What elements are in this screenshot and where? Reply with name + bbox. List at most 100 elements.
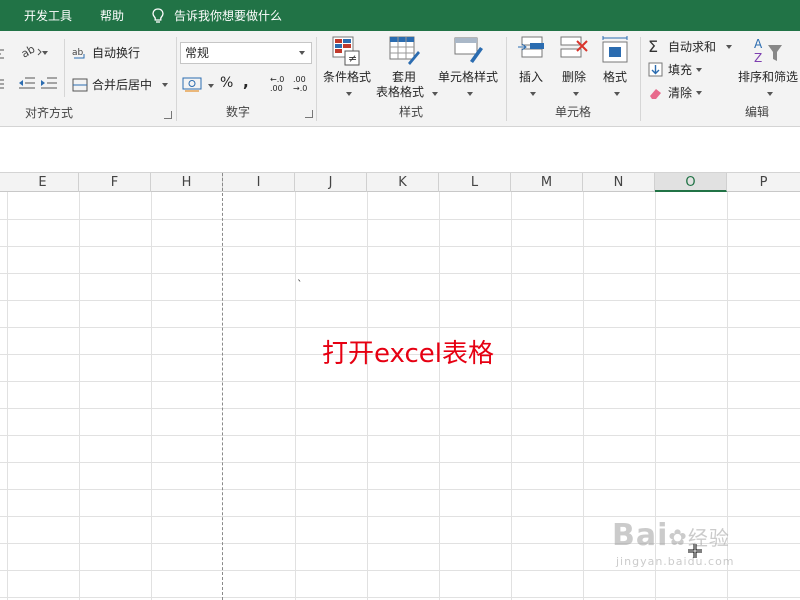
conditional-format-caret — [346, 92, 352, 96]
row-line — [0, 327, 800, 328]
accounting-format-icon[interactable] — [182, 76, 204, 92]
cell-styles-label: 单元格样式 — [437, 70, 498, 84]
sigma-icon: Σ — [648, 37, 659, 56]
column-header-n[interactable]: N — [583, 173, 655, 192]
insert-label: 插入 — [518, 70, 543, 84]
accounting-caret[interactable] — [208, 84, 214, 88]
increase-decimal-button[interactable]: ←.0 .00 — [270, 75, 284, 93]
row-line — [0, 435, 800, 436]
conditional-format-button[interactable]: ≠ 条件格式 — [320, 35, 374, 100]
tell-me-text: 告诉我你想要做什么 — [174, 9, 283, 23]
editing-group-label: 编辑 — [744, 105, 769, 119]
format-as-table-button[interactable]: 套用 表格格式 — [376, 35, 438, 100]
autosum-button[interactable]: Σ 自动求和 — [648, 37, 733, 56]
styles-group-label: 样式 — [398, 105, 423, 119]
cell-styles-button[interactable]: 单元格样式 — [436, 35, 500, 100]
fill-caret[interactable] — [696, 67, 703, 72]
format-as-table-label-1: 套用 — [391, 70, 416, 84]
format-button[interactable]: 格式 — [598, 35, 632, 100]
row-line — [0, 381, 800, 382]
insert-button[interactable]: 插入 — [512, 35, 550, 100]
column-header-o[interactable]: O — [655, 173, 727, 192]
increase-decimal-top: ←.0 — [270, 75, 285, 84]
wrap-text-label: 自动换行 — [92, 46, 141, 60]
format-label: 格式 — [602, 70, 627, 84]
delete-cells-icon — [560, 36, 588, 58]
autosum-caret[interactable] — [726, 44, 733, 49]
delete-label: 删除 — [561, 70, 586, 84]
insert-caret — [530, 92, 536, 96]
column-header-e[interactable]: E — [7, 173, 79, 192]
number-format-select[interactable]: 常规 — [180, 42, 312, 64]
alignment-group-label: 对齐方式 — [24, 106, 73, 120]
fill-button[interactable]: 填充 — [648, 61, 703, 78]
column-header-i[interactable]: I — [223, 173, 295, 192]
orientation-caret[interactable] — [42, 51, 48, 55]
column-header-h[interactable]: H — [151, 173, 223, 192]
row-line — [0, 597, 800, 598]
column-header-k[interactable]: K — [367, 173, 439, 192]
tell-me-box[interactable]: 告诉我你想要做什么 — [152, 7, 282, 24]
sort-filter-icon: A Z — [754, 37, 782, 65]
row-line — [0, 462, 800, 463]
alignment-launcher-icon[interactable] — [164, 111, 172, 119]
merge-center-button[interactable]: 合并后居中 — [72, 76, 169, 93]
column-line — [7, 192, 8, 600]
watermark-brand: Bai — [612, 518, 669, 553]
ribbon: ab ab 自动换行 合并后居中 对齐方式 常规 % , ←.0 .00 .00… — [0, 31, 800, 127]
watermark-url: jingyan.baidu.com — [616, 555, 735, 568]
decrease-indent-icon[interactable] — [18, 76, 36, 90]
cell-styles-caret — [467, 92, 473, 96]
row-line — [0, 273, 800, 274]
wrap-text-button[interactable]: ab 自动换行 — [72, 44, 140, 61]
merge-caret[interactable] — [162, 82, 169, 87]
formula-bar-area[interactable] — [0, 127, 800, 173]
text-orientation-icon[interactable]: ab — [20, 43, 44, 59]
format-as-table-label-2: 表格格式 — [376, 85, 425, 99]
decrease-decimal-button[interactable]: .00 →.0 — [293, 75, 307, 93]
paw-icon: ✿ — [668, 526, 688, 551]
increase-indent-icon[interactable] — [40, 76, 58, 90]
column-line — [439, 192, 440, 600]
format-caret — [614, 92, 620, 96]
align-left2-icon[interactable] — [0, 77, 6, 91]
sort-filter-button[interactable]: A Z 排序和筛选 — [736, 35, 800, 100]
clear-caret[interactable] — [696, 90, 703, 95]
autosum-label: 自动求和 — [668, 40, 717, 54]
row-line — [0, 516, 800, 517]
svg-text:A: A — [754, 37, 763, 51]
group-separator — [640, 37, 641, 121]
insert-cells-icon — [518, 36, 544, 58]
column-header-f[interactable]: F — [79, 173, 151, 192]
conditional-format-label: 条件格式 — [322, 70, 371, 84]
tab-developer[interactable]: 开发工具 — [24, 7, 72, 24]
merge-center-label: 合并后居中 — [92, 78, 153, 92]
clear-button[interactable]: 清除 — [648, 84, 703, 101]
delete-button[interactable]: 删除 — [556, 35, 592, 100]
svg-text:ab: ab — [72, 48, 84, 58]
wrap-text-icon: ab — [72, 48, 85, 58]
svg-text:Z: Z — [754, 51, 762, 65]
align-left-icon[interactable] — [0, 47, 6, 59]
increase-decimal-bottom: .00 — [270, 84, 283, 93]
number-group-label: 数字 — [225, 105, 250, 119]
tab-help[interactable]: 帮助 — [100, 7, 124, 24]
fill-down-icon — [648, 62, 663, 77]
cell-styles-icon — [454, 37, 483, 63]
comma-button[interactable]: , — [243, 73, 249, 91]
format-cells-icon — [602, 36, 628, 63]
column-header-m[interactable]: M — [511, 173, 583, 192]
percent-button[interactable]: % — [220, 75, 233, 91]
column-header-p[interactable]: P — [727, 173, 800, 192]
decrease-decimal-top: .00 — [293, 75, 306, 84]
number-format-caret — [299, 51, 305, 55]
decrease-decimal-bottom: →.0 — [293, 84, 308, 93]
page-break-line — [222, 173, 223, 600]
clear-label: 清除 — [668, 86, 693, 100]
baidu-watermark: Bai✿经验 jingyan.baidu.com — [612, 518, 735, 568]
column-header-l[interactable]: L — [439, 173, 511, 192]
format-as-table-icon — [389, 36, 420, 65]
number-launcher-icon[interactable] — [305, 110, 313, 118]
column-line — [511, 192, 512, 600]
column-header-j[interactable]: J — [295, 173, 367, 192]
